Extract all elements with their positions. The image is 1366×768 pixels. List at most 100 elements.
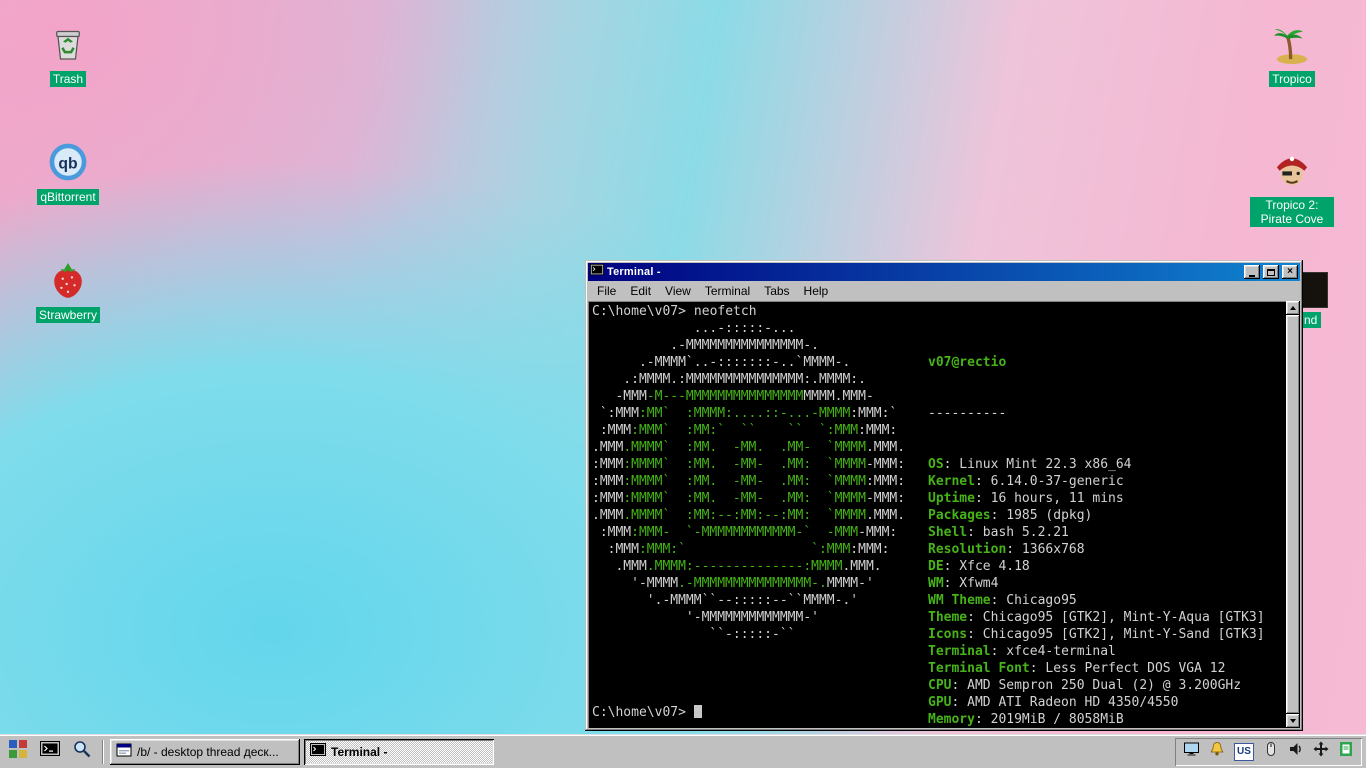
taskbar: /b/ - desktop thread деск... Terminal - [0, 734, 1366, 768]
maximize-button[interactable] [1263, 265, 1279, 279]
menu-tabs[interactable]: Tabs [757, 282, 796, 300]
scroll-up-button[interactable] [1286, 301, 1300, 315]
menu-launcher-button[interactable] [4, 739, 32, 765]
desktop-icon-tropico2[interactable]: Tropico 2: Pirate Cove [1250, 148, 1334, 227]
ascii-line: .MMM.MMMM` :MM. -MM. .MM- `MMMM.MMM. [592, 440, 906, 455]
desktop-icon-qbittorrent[interactable]: qb qBittorrent [26, 140, 110, 205]
ascii-line: :MMM:MMMM` :MM. -MM- .MM: `MMMM-MMM: [592, 491, 906, 506]
task-button-terminal[interactable]: Terminal - [304, 738, 494, 765]
icon-label: Tropico [1269, 71, 1315, 87]
tropico-icon [1270, 22, 1314, 66]
strawberry-icon [46, 258, 90, 302]
desktop-icon-strawberry[interactable]: Strawberry [26, 258, 110, 323]
window-titlebar[interactable]: Terminal - × [588, 263, 1300, 281]
neofetch-separator: ---------- [928, 406, 1007, 421]
tropico2-pirate-icon [1270, 148, 1314, 192]
window-title: Terminal - [607, 266, 661, 278]
info-row: DE: Xfce 4.18 [928, 559, 1030, 574]
system-tray: US [1175, 738, 1362, 766]
terminal-cursor [693, 705, 702, 718]
ascii-line: '.-MMMM``--:::::--``MMMM-.' [592, 593, 859, 608]
menu-view[interactable]: View [658, 282, 698, 300]
ascii-line: '-MMMM.-MMMMMMMMMMMMMMM-.MMMM-' [592, 576, 874, 591]
icon-label: qBittorrent [37, 189, 99, 205]
bell-icon[interactable] [1209, 741, 1225, 762]
ascii-line: .:MMMM.:MMMMMMMMMMMMMMM:.MMMM:. [592, 372, 866, 387]
up-arrow-icon [1290, 306, 1296, 310]
info-row: Memory: 2019MiB / 8058MiB [928, 712, 1124, 727]
neofetch-user-host: v07@rectio [928, 355, 1007, 370]
neofetch-info-rows: OS: Linux Mint 22.3 x86_64 Kernel: 6.14.0… [928, 456, 1265, 728]
display-icon[interactable] [1183, 741, 1200, 762]
prompt-text: C:\home\v07> [592, 705, 686, 720]
vertical-scrollbar[interactable] [1286, 301, 1300, 728]
menu-help[interactable]: Help [797, 282, 836, 300]
volume-icon[interactable] [1288, 741, 1304, 762]
close-button[interactable]: × [1282, 265, 1298, 279]
menu-icon [8, 739, 28, 764]
ascii-line: .MMM.MMMM` :MM:--:MM:--:MM: `MMMM.MMM. [592, 508, 906, 523]
menu-terminal[interactable]: Terminal [698, 282, 757, 300]
terminal-content[interactable]: C:\home\v07> neofetch ...-:::::-... .-MMM… [588, 301, 1300, 728]
info-row: Terminal: xfce4-terminal [928, 644, 1116, 659]
info-row: Shell: bash 5.2.21 [928, 525, 1069, 540]
ascii-line: :MMM:MMM- `-MMMMMMMMMMMM-` -MMM-MMM: [592, 525, 898, 540]
ascii-line: :MMM:MMMM` :MM. -MM- .MM: `MMMM:MMM: [592, 474, 906, 489]
shell-prompt: C:\home\v07> [592, 704, 702, 721]
task-label: Terminal - [331, 744, 388, 759]
clipman-icon[interactable] [1338, 741, 1354, 762]
terminal-icon [310, 742, 326, 761]
terminal-icon [40, 739, 60, 764]
info-row: Icons: Chicago95 [GTK2], Mint-Y-Sand [GT… [928, 627, 1265, 642]
info-row: Packages: 1985 (dpkg) [928, 508, 1093, 523]
minimize-button[interactable] [1244, 265, 1260, 279]
ascii-line: .-MMMMMMMMMMMMMMM-. [592, 338, 819, 353]
ascii-line: ``-:::::-`` [592, 627, 796, 642]
icon-label: nd [1300, 312, 1322, 328]
scrollbar-thumb[interactable] [1286, 315, 1300, 714]
ascii-line: ...-:::::-... [592, 321, 796, 336]
task-label: /b/ - desktop thread деск... [137, 744, 279, 759]
info-row: OS: Linux Mint 22.3 x86_64 [928, 457, 1132, 472]
icon-label: Strawberry [35, 307, 100, 323]
browser-window-icon [116, 742, 132, 761]
move-icon[interactable] [1313, 741, 1329, 762]
task-button-browser[interactable]: /b/ - desktop thread деск... [110, 738, 300, 765]
ascii-line: '-MMMMMMMMMMMMM-' [592, 610, 819, 625]
keyboard-layout-indicator[interactable]: US [1234, 742, 1254, 761]
search-launcher-button[interactable] [68, 739, 96, 765]
ascii-line: .-MMMM`..-:::::::-..`MMMM-. [592, 355, 851, 370]
ascii-line: :MMM:MMMM` :MM. -MM- .MM: `MMMM-MMM: [592, 457, 906, 472]
icon-label: Tropico 2: Pirate Cove [1250, 197, 1334, 227]
command-text: neofetch [693, 304, 757, 319]
terminal-screen[interactable]: C:\home\v07> neofetch ...-:::::-... .-MMM… [588, 301, 1286, 728]
desktop-icon-partially-hidden[interactable]: nd [1294, 272, 1354, 329]
neofetch-ascii: ...-:::::-... .-MMMMMMMMMMMMMMM-. .-MMMM… [592, 320, 928, 643]
scroll-down-button[interactable] [1286, 714, 1300, 728]
ascii-line: :MMM:MMM` :MM:` `` `` `:MMM:MMM: [592, 423, 898, 438]
menu-file[interactable]: File [590, 282, 623, 300]
qbittorrent-icon: qb [46, 140, 90, 184]
prompt-text: C:\home\v07> [592, 304, 686, 319]
desktop-icon-trash[interactable]: Trash [26, 22, 110, 87]
ascii-line: :MMM:MMM:` `:MMM:MMM: [592, 542, 890, 557]
desktop-icon-tropico[interactable]: Tropico [1250, 22, 1334, 87]
command-line: C:\home\v07> neofetch [592, 303, 1286, 320]
info-row: Kernel: 6.14.0-37-generic [928, 474, 1124, 489]
icon-label: Trash [49, 71, 87, 87]
down-arrow-icon [1290, 719, 1296, 723]
taskbar-separator [102, 739, 104, 764]
neofetch-output: ...-:::::-... .-MMMMMMMMMMMMMMM-. .-MMMM… [592, 320, 1286, 728]
search-icon [72, 739, 92, 764]
menu-edit[interactable]: Edit [623, 282, 658, 300]
ascii-line: -MMM-M---MMMMMMMMMMMMMMMMMMM.MMM- [592, 389, 874, 404]
info-row: WM: Xfwm4 [928, 576, 999, 591]
info-row: WM Theme: Chicago95 [928, 593, 1077, 608]
peripherals-icon[interactable] [1263, 741, 1279, 762]
neofetch-info: v07@rectio ---------- OS: Linux Mint 22.… [928, 320, 1265, 728]
trash-icon [46, 22, 90, 66]
info-row: Resolution: 1366x768 [928, 542, 1085, 557]
terminal-launcher-button[interactable] [36, 739, 64, 765]
terminal-window: Terminal - × File Edit View Terminal Tabs Hel… [585, 260, 1303, 731]
info-row: Theme: Chicago95 [GTK2], Mint-Y-Aqua [GT… [928, 610, 1265, 625]
